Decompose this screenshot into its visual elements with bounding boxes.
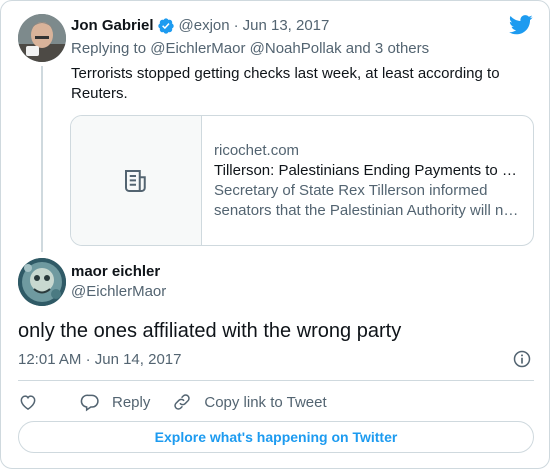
separator-dot: ·	[85, 351, 91, 368]
maor-eichler-avatar[interactable]	[18, 258, 66, 306]
tweet-actions-bar: Reply Copy link to Tweet	[18, 391, 349, 413]
reply-button[interactable]: Reply	[80, 392, 150, 412]
parent-author-name[interactable]: Jon Gabriel	[71, 16, 154, 36]
parent-tweet-date[interactable]: Jun 13, 2017	[243, 16, 330, 36]
link-thumbnail	[71, 116, 202, 245]
replying-to-line[interactable]: Replying to @EichlerMaor @NoahPollak and…	[71, 39, 429, 59]
separator-dot: ·	[233, 17, 239, 34]
link-preview-card[interactable]: ricochet.com Tillerson: Palestinians End…	[70, 115, 534, 246]
jon-gabriel-avatar[interactable]	[18, 14, 66, 62]
tweet-embed-card: Jon Gabriel @exjon · Jun 13, 2017 Replyi…	[0, 0, 550, 469]
main-tweet-text: only the ones affiliated with the wrong …	[18, 320, 402, 342]
main-author-name[interactable]: maor eichler	[71, 262, 160, 282]
link-title: Tillerson: Palestinians Ending Payments …	[214, 162, 517, 179]
heart-icon	[20, 395, 36, 410]
parent-author-handle[interactable]: @exjon	[179, 16, 230, 36]
link-domain: ricochet.com	[214, 142, 300, 159]
reply-label[interactable]: Reply	[112, 394, 150, 411]
explore-twitter-button[interactable]: Explore what's happening on Twitter	[18, 421, 534, 453]
reply-icon	[80, 394, 99, 412]
like-button[interactable]	[18, 392, 38, 412]
link-text-block: ricochet.com Tillerson: Palestinians End…	[202, 116, 533, 245]
info-icon[interactable]	[512, 349, 532, 369]
twitter-bird-icon[interactable]	[509, 15, 533, 35]
divider	[18, 380, 534, 381]
copy-link-label[interactable]: Copy link to Tweet	[204, 394, 326, 411]
link-icon	[174, 394, 191, 410]
tweet-timestamp[interactable]: 12:01 AM · Jun 14, 2017	[18, 350, 181, 370]
link-description: Secretary of State Rex Tillerson informe…	[214, 182, 519, 219]
thread-connector-line	[41, 66, 43, 252]
parent-tweet-header: Jon Gabriel @exjon · Jun 13, 2017	[71, 16, 329, 36]
verified-badge-icon	[157, 18, 174, 34]
tweet-time[interactable]: 12:01 AM	[18, 351, 81, 368]
tweet-date[interactable]: Jun 14, 2017	[95, 351, 182, 368]
main-author-handle[interactable]: @EichlerMaor	[71, 282, 166, 302]
copy-link-button[interactable]: Copy link to Tweet	[172, 392, 327, 412]
article-icon	[125, 169, 146, 192]
parent-tweet-text: Terrorists stopped getting checks last w…	[71, 65, 500, 102]
